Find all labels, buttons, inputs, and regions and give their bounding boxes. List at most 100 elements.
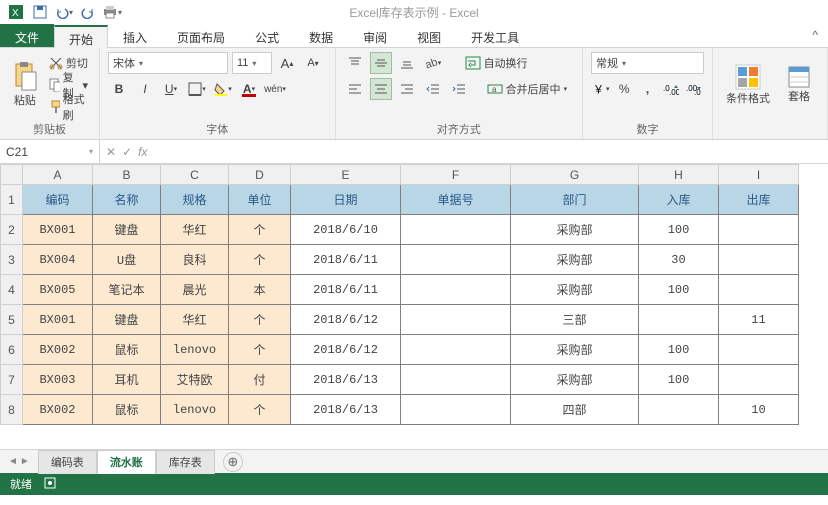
paste-button[interactable]: 粘贴	[8, 62, 42, 108]
col-header[interactable]: H	[639, 165, 719, 185]
cell[interactable]: BX003	[23, 365, 93, 395]
col-header[interactable]: E	[291, 165, 401, 185]
cell[interactable]: 三部	[511, 305, 639, 335]
conditional-format-button[interactable]: 条件格式	[721, 64, 775, 106]
format-table-button[interactable]: 套格	[779, 66, 819, 104]
tab-review[interactable]: 审阅	[348, 24, 402, 47]
cell[interactable]	[401, 275, 511, 305]
sheet-nav-prev-icon[interactable]: ◄	[8, 456, 18, 467]
italic-button[interactable]: I	[134, 78, 156, 100]
shrink-font-icon[interactable]: A▾	[302, 52, 324, 74]
font-color-button[interactable]: A▾	[238, 78, 260, 100]
align-center-icon[interactable]	[370, 78, 392, 100]
increase-decimal-icon[interactable]: .0.00	[661, 78, 680, 100]
cell[interactable]: 个	[229, 305, 291, 335]
row-header[interactable]: 5	[1, 305, 23, 335]
cell[interactable]	[719, 365, 799, 395]
cell[interactable]: 采购部	[511, 365, 639, 395]
cell[interactable]: BX004	[23, 245, 93, 275]
cell[interactable]: 2018/6/13	[291, 395, 401, 425]
header-cell[interactable]: 编码	[23, 185, 93, 215]
name-box[interactable]: C21▾	[0, 140, 100, 163]
cell[interactable]	[719, 275, 799, 305]
save-icon[interactable]	[30, 2, 50, 22]
orientation-icon[interactable]: ab▾	[422, 52, 444, 74]
select-all-corner[interactable]	[1, 165, 23, 185]
cell[interactable]	[639, 305, 719, 335]
cell[interactable]: 100	[639, 275, 719, 305]
align-bottom-icon[interactable]	[396, 52, 418, 74]
row-header[interactable]: 7	[1, 365, 23, 395]
cell[interactable]: 良科	[161, 245, 229, 275]
row-header[interactable]: 6	[1, 335, 23, 365]
tab-data[interactable]: 数据	[294, 24, 348, 47]
bold-button[interactable]: B	[108, 78, 130, 100]
col-header[interactable]: F	[401, 165, 511, 185]
cell[interactable]: 键盘	[93, 305, 161, 335]
underline-button[interactable]: U▾	[160, 78, 182, 100]
cell[interactable]: 华红	[161, 215, 229, 245]
font-family-select[interactable]: 宋体▾	[108, 52, 228, 74]
cell[interactable]: 2018/6/12	[291, 305, 401, 335]
cell[interactable]: BX001	[23, 305, 93, 335]
header-cell[interactable]: 部门	[511, 185, 639, 215]
header-cell[interactable]: 单据号	[401, 185, 511, 215]
cell[interactable]	[401, 395, 511, 425]
table-row[interactable]: 5BX001键盘华红个2018/6/12三部11	[1, 305, 799, 335]
cell[interactable]: 华红	[161, 305, 229, 335]
tab-insert[interactable]: 插入	[108, 24, 162, 47]
enter-formula-icon[interactable]: ✓	[122, 145, 132, 159]
formula-input[interactable]	[153, 140, 828, 163]
header-cell[interactable]: 出库	[719, 185, 799, 215]
grow-font-icon[interactable]: A▴	[276, 52, 298, 74]
sheet-tab[interactable]: 流水账	[97, 450, 156, 474]
cell[interactable]: 2018/6/11	[291, 245, 401, 275]
header-cell[interactable]: 日期	[291, 185, 401, 215]
align-top-icon[interactable]	[344, 52, 366, 74]
cell[interactable]: BX002	[23, 395, 93, 425]
align-left-icon[interactable]	[344, 78, 366, 100]
table-row[interactable]: 6BX002鼠标lenovo个2018/6/12采购部100	[1, 335, 799, 365]
cell[interactable]	[719, 335, 799, 365]
ruby-button[interactable]: wén▾	[264, 78, 286, 100]
worksheet-grid[interactable]: A B C D E F G H I 1编码名称规格单位日期单据号部门入库出库2B…	[0, 164, 828, 449]
tab-layout[interactable]: 页面布局	[162, 24, 240, 47]
tab-home[interactable]: 开始	[54, 25, 108, 48]
align-right-icon[interactable]	[396, 78, 418, 100]
fx-icon[interactable]: fx	[138, 145, 147, 159]
decrease-decimal-icon[interactable]: .00.0	[685, 78, 704, 100]
cell[interactable]: 30	[639, 245, 719, 275]
cell[interactable]: 2018/6/13	[291, 365, 401, 395]
col-header[interactable]: A	[23, 165, 93, 185]
tab-dev[interactable]: 开发工具	[456, 24, 534, 47]
font-size-select[interactable]: 11▾	[232, 52, 272, 74]
cell[interactable]: 采购部	[511, 215, 639, 245]
cell[interactable]	[719, 245, 799, 275]
quickprint-icon[interactable]: ▾	[102, 2, 122, 22]
row-header[interactable]: 8	[1, 395, 23, 425]
cell[interactable]: 个	[229, 395, 291, 425]
header-cell[interactable]: 入库	[639, 185, 719, 215]
table-row[interactable]: 2BX001键盘华红个2018/6/10采购部100	[1, 215, 799, 245]
table-row[interactable]: 4BX005笔记本晨光本2018/6/11采购部100	[1, 275, 799, 305]
cell[interactable]: 本	[229, 275, 291, 305]
cell[interactable]: 10	[719, 395, 799, 425]
cell[interactable]: 四部	[511, 395, 639, 425]
cell[interactable]: 采购部	[511, 275, 639, 305]
header-cell[interactable]: 名称	[93, 185, 161, 215]
currency-icon[interactable]: ￥▾	[591, 78, 611, 100]
cell[interactable]: BX002	[23, 335, 93, 365]
number-format-select[interactable]: 常规▾	[591, 52, 704, 74]
increase-indent-icon[interactable]	[448, 78, 470, 100]
cell[interactable]: 个	[229, 245, 291, 275]
fill-color-button[interactable]: ▾	[212, 78, 234, 100]
cell[interactable]: 2018/6/11	[291, 275, 401, 305]
cell[interactable]: 2018/6/12	[291, 335, 401, 365]
macro-record-icon[interactable]	[44, 477, 56, 492]
cell[interactable]: 100	[639, 365, 719, 395]
row-header[interactable]: 1	[1, 185, 23, 215]
table-row[interactable]: 7BX003耳机艾特欧付2018/6/13采购部100	[1, 365, 799, 395]
column-headers[interactable]: A B C D E F G H I	[1, 165, 799, 185]
row-header[interactable]: 4	[1, 275, 23, 305]
cell[interactable]: 个	[229, 215, 291, 245]
